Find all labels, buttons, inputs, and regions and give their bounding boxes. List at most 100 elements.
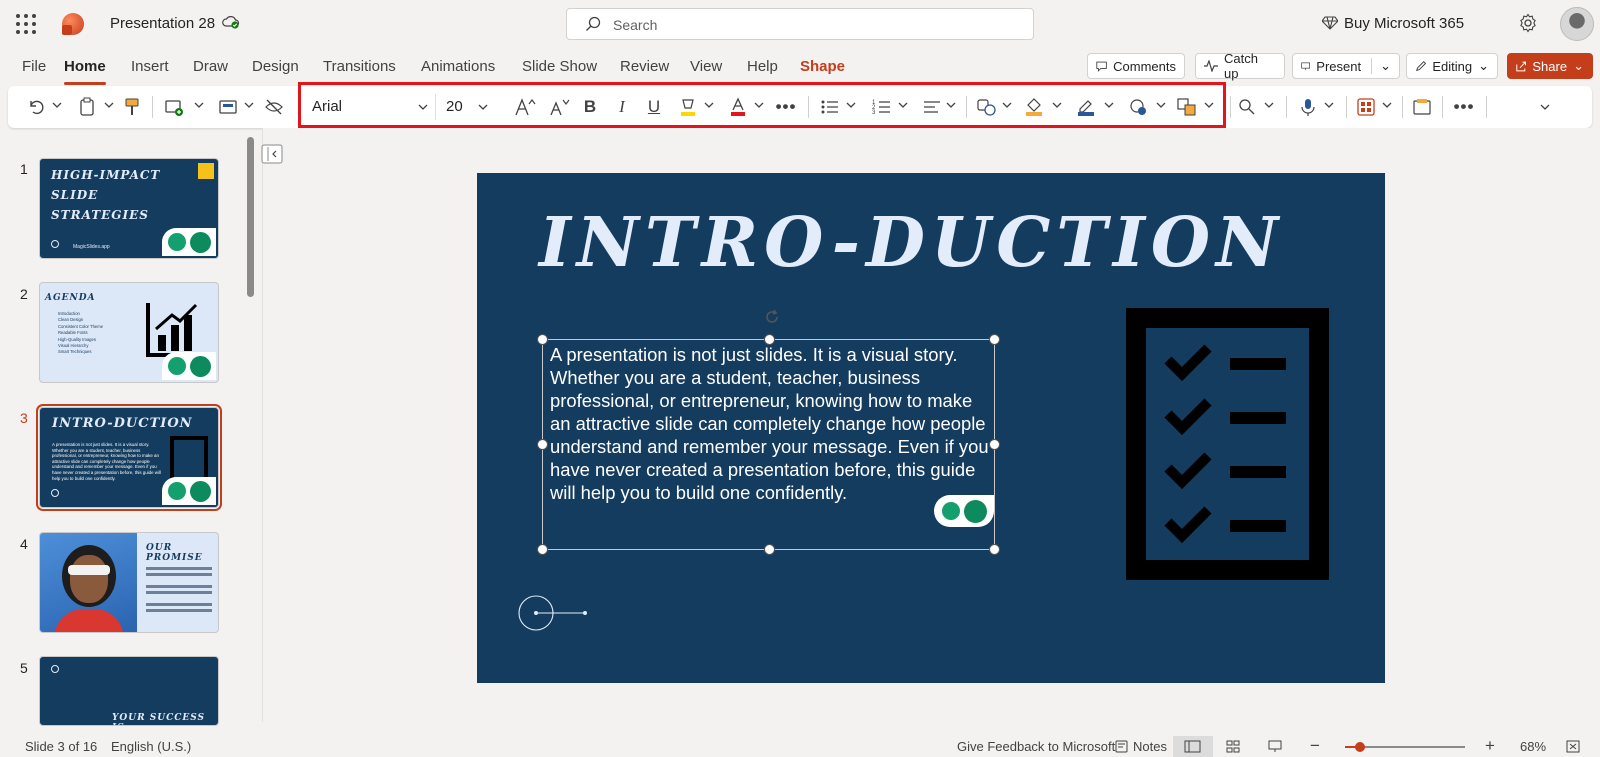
undo-icon[interactable] <box>26 95 46 119</box>
layout-chevron-down-icon[interactable] <box>244 100 254 110</box>
diamond-icon <box>1322 16 1338 30</box>
buy-microsoft-365-link[interactable]: Buy Microsoft 365 <box>1344 15 1464 32</box>
collapse-pane-icon[interactable] <box>261 144 283 164</box>
share-button[interactable]: Share ⌄ <box>1507 53 1593 79</box>
search-icon <box>586 16 601 31</box>
tab-view[interactable]: View <box>690 58 722 75</box>
layout-icon[interactable] <box>218 95 238 119</box>
hide-slide-icon[interactable] <box>264 95 284 119</box>
resize-handle[interactable] <box>537 334 548 345</box>
present-label: Present <box>1316 58 1362 74</box>
zoom-in-button[interactable]: + <box>1485 736 1495 756</box>
present-button[interactable]: Present ⌄ <box>1292 53 1400 79</box>
gear-icon[interactable] <box>1518 13 1538 33</box>
grammarly-g-icon <box>190 232 211 253</box>
document-title[interactable]: Presentation 28 <box>110 15 215 32</box>
new-slide-icon[interactable] <box>164 95 184 119</box>
divider <box>1486 96 1487 118</box>
new-slide-chevron-down-icon[interactable] <box>194 100 204 110</box>
tab-home[interactable]: Home <box>64 58 106 85</box>
slide-thumbnail-2[interactable]: AGENDA Introduction Clean Design Consist… <box>39 282 219 383</box>
slide-number: 3 <box>20 410 28 426</box>
designer-chevron-down-icon[interactable] <box>1382 100 1392 110</box>
thumb-title: INTRO-DUCTION <box>52 416 193 431</box>
status-bar: Slide 3 of 16 English (U.S.) Give Feedba… <box>0 736 1600 757</box>
avatar[interactable] <box>1560 7 1594 41</box>
body-text[interactable]: A presentation is not just slides. It is… <box>550 343 990 504</box>
presenter-view-icon[interactable] <box>1268 740 1282 753</box>
resize-handle[interactable] <box>537 439 548 450</box>
slide-thumbnail-5[interactable]: YOUR SUCCESS IS <box>39 656 219 726</box>
tab-insert[interactable]: Insert <box>131 58 169 75</box>
editing-mode-button[interactable]: Editing ⌄ <box>1406 53 1498 79</box>
grammarly-badge[interactable] <box>934 495 994 527</box>
thumbnail-scrollbar[interactable] <box>247 137 254 297</box>
tab-file[interactable]: File <box>22 58 46 75</box>
find-chevron-down-icon[interactable] <box>1264 100 1274 110</box>
tab-review[interactable]: Review <box>620 58 669 75</box>
zoom-level[interactable]: 68% <box>1520 739 1546 754</box>
current-slide[interactable]: INTRO-DUCTION A presentation is not just… <box>477 173 1385 683</box>
tab-draw[interactable]: Draw <box>193 58 228 75</box>
normal-view-icon[interactable] <box>1173 736 1213 757</box>
tab-slide-show[interactable]: Slide Show <box>522 58 597 75</box>
resize-handle[interactable] <box>989 334 1000 345</box>
circle-icon <box>51 240 59 248</box>
resize-handle[interactable] <box>989 544 1000 555</box>
present-dropdown-chevron-down-icon[interactable]: ⌄ <box>1371 58 1391 74</box>
dictate-chevron-down-icon[interactable] <box>1324 100 1334 110</box>
paste-chevron-down-icon[interactable] <box>104 100 114 110</box>
zoom-slider-thumb[interactable] <box>1355 742 1365 752</box>
slide-thumbnail-4[interactable]: OUR PROMISE <box>39 532 219 633</box>
grammarly-badge[interactable] <box>162 228 216 256</box>
zoom-slider[interactable] <box>1345 742 1465 752</box>
more-options-icon[interactable]: ••• <box>1452 95 1476 119</box>
share-icon <box>1516 61 1527 71</box>
resize-handle[interactable] <box>537 544 548 555</box>
grammarly-badge[interactable] <box>162 352 216 380</box>
tab-animations[interactable]: Animations <box>421 58 495 75</box>
feedback-link[interactable]: Give Feedback to Microsoft <box>957 739 1115 754</box>
divider <box>1402 96 1403 118</box>
undo-chevron-down-icon[interactable] <box>52 100 62 110</box>
resize-handle[interactable] <box>989 439 1000 450</box>
slide-title[interactable]: INTRO-DUCTION <box>539 203 1284 283</box>
zoom-out-button[interactable]: − <box>1310 736 1320 756</box>
rotate-handle-icon[interactable] <box>765 310 779 324</box>
share-label: Share <box>1532 58 1568 74</box>
dictate-icon[interactable] <box>1300 95 1316 119</box>
clipboard-icon[interactable] <box>78 95 96 119</box>
divider <box>1286 96 1287 118</box>
slide-thumbnail-3[interactable]: INTRO-DUCTION A presentation is not just… <box>36 404 222 511</box>
slide-thumbnail-1[interactable]: HIGH-IMPACT SLIDE STRATEGIES MagicSlides… <box>39 158 219 259</box>
app-launcher-icon[interactable] <box>14 12 36 34</box>
slide-number: 4 <box>20 536 28 552</box>
add-in-icon[interactable] <box>1412 95 1432 119</box>
tab-shape[interactable]: Shape <box>800 58 845 75</box>
resize-handle[interactable] <box>764 334 775 345</box>
designer-icon[interactable] <box>1356 95 1376 119</box>
body-text-box[interactable]: A presentation is not just slides. It is… <box>537 310 1000 555</box>
slide-sorter-icon[interactable] <box>1226 740 1240 753</box>
tab-design[interactable]: Design <box>252 58 299 75</box>
search-input[interactable]: Search <box>566 8 1034 40</box>
bar-chart-icon <box>198 163 214 179</box>
pencil-icon <box>1415 60 1427 71</box>
catch-up-button[interactable]: Catch up <box>1195 51 1285 81</box>
thumb-body: A presentation is not just slides. It is… <box>52 442 161 481</box>
comments-button[interactable]: Comments <box>1087 53 1185 79</box>
fit-to-window-icon[interactable] <box>1566 740 1580 753</box>
decorative-circle-line-icon <box>518 595 587 631</box>
checklist-icon[interactable] <box>1126 308 1329 580</box>
expand-ribbon-chevron-down-icon[interactable] <box>1540 102 1550 112</box>
agenda-list: Introduction Clean Design Consistent Col… <box>58 311 103 356</box>
notes-button[interactable]: Notes <box>1133 739 1167 754</box>
grammarly-badge[interactable] <box>162 477 216 505</box>
tab-help[interactable]: Help <box>747 58 778 75</box>
tab-transitions[interactable]: Transitions <box>323 58 396 75</box>
find-icon[interactable] <box>1238 95 1256 119</box>
format-painter-icon[interactable] <box>124 95 140 119</box>
language-indicator[interactable]: English (U.S.) <box>111 739 191 754</box>
resize-handle[interactable] <box>764 544 775 555</box>
comment-icon <box>1096 61 1107 72</box>
